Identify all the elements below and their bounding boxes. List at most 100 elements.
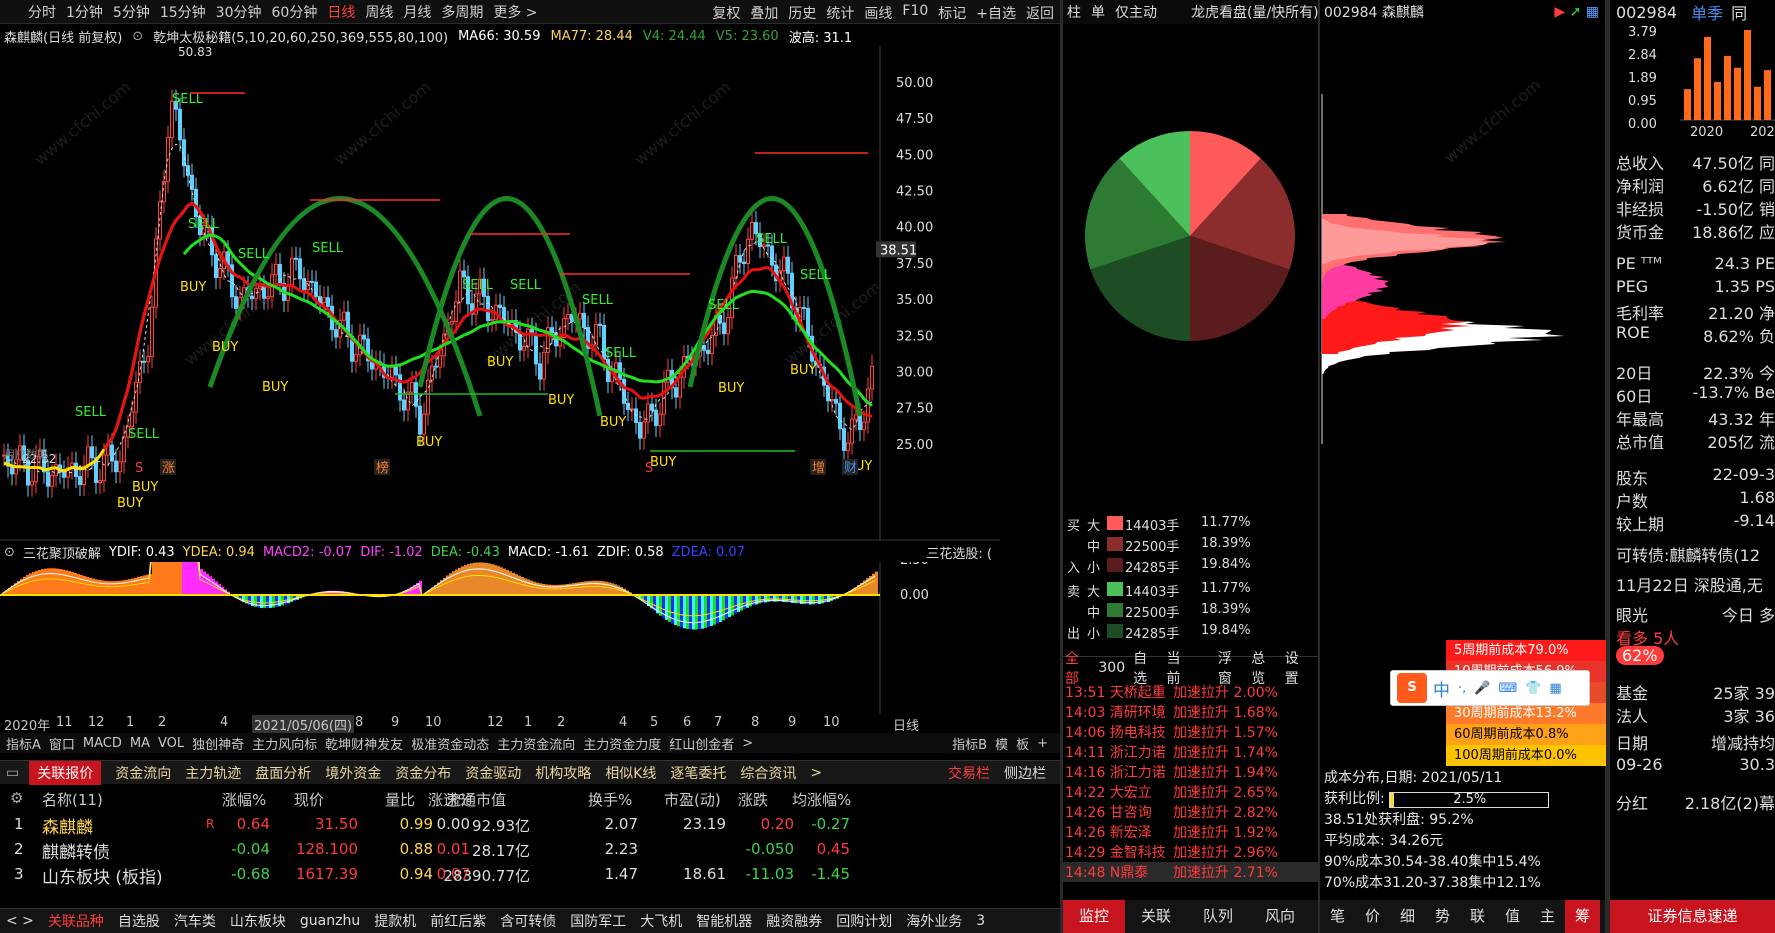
period-tab[interactable]: 15分钟: [160, 2, 206, 22]
info-tab[interactable]: 综合资讯: [740, 763, 796, 783]
indicator-right-button[interactable]: 板: [1016, 734, 1029, 753]
toolbar-button[interactable]: 复权: [712, 3, 740, 23]
period-tab[interactable]: 分时: [28, 2, 56, 22]
event-marker[interactable]: 增: [812, 461, 825, 476]
indicator-button[interactable]: MACD: [83, 736, 122, 751]
indicator-button[interactable]: 红山创金者: [669, 734, 734, 753]
period-tab[interactable]: 月线: [403, 2, 431, 22]
column-header[interactable]: 现价: [294, 789, 324, 810]
alert-item[interactable]: 14:11 浙江力诺 加速拉升 1.74%: [1063, 742, 1318, 762]
mid-bottom-tab[interactable]: 队列: [1187, 900, 1249, 933]
block-tab[interactable]: 大飞机: [640, 911, 682, 931]
column-header[interactable]: 涨幅%: [222, 789, 266, 810]
indicator-button[interactable]: 独创神奇: [192, 734, 244, 753]
settings-gear-icon[interactable]: ⚙: [10, 789, 23, 807]
skin-icon[interactable]: 👕: [1525, 681, 1541, 696]
column-header[interactable]: 涨跌: [738, 789, 768, 810]
indicator-right-button[interactable]: +: [1037, 736, 1048, 751]
column-header[interactable]: 市盈(动): [664, 789, 721, 810]
stock-name[interactable]: 森麒麟: [42, 813, 93, 838]
indicator-button[interactable]: VOL: [158, 736, 184, 751]
chip-bottom-tab[interactable]: 笔: [1320, 900, 1355, 933]
ime-logo-icon[interactable]: S: [1397, 673, 1427, 703]
toolbar-button[interactable]: +自选: [976, 3, 1016, 23]
chip-bottom-tab[interactable]: 价: [1355, 900, 1390, 933]
event-marker[interactable]: 榜: [376, 460, 389, 476]
indicator-dropdown-icon[interactable]: ⊙: [132, 29, 143, 44]
block-tab[interactable]: 智能机器: [696, 911, 752, 931]
block-tab[interactable]: 海外业务: [906, 911, 962, 931]
period-tab[interactable]: 60分钟: [272, 2, 318, 22]
mid-head-button[interactable]: 仅主动: [1115, 2, 1157, 22]
chip-bottom-tab[interactable]: 势: [1425, 900, 1460, 933]
toolbar-button[interactable]: F10: [902, 3, 928, 23]
block-tab[interactable]: 国防军工: [570, 911, 626, 931]
info-tab[interactable]: 主力轨迹: [185, 763, 241, 783]
alert-item[interactable]: 14:16 浙江力诺 加速拉升 1.94%: [1063, 762, 1318, 782]
info-tab[interactable]: 相似K线: [605, 763, 656, 783]
column-header[interactable]: 均涨幅%: [792, 789, 851, 810]
alert-item[interactable]: 13:51 天桥起重 加速拉升 2.00%: [1063, 682, 1318, 702]
block-tab[interactable]: guanzhu: [300, 913, 360, 929]
mid-head-button[interactable]: 龙虎看盘(量/快所有): [1191, 2, 1319, 22]
column-header[interactable]: 量比: [385, 789, 415, 810]
ime-punct-icon[interactable]: ·,: [1458, 681, 1466, 696]
alert-filter-tab[interactable]: 300: [1098, 660, 1125, 676]
alert-item[interactable]: 14:06 扬电科技 加速拉升 1.57%: [1063, 722, 1318, 742]
tab-right-button[interactable]: 交易栏: [948, 763, 990, 783]
chip-bottom-tab[interactable]: 联: [1460, 900, 1495, 933]
table-row[interactable]: 1 森麒麟 R 0.64 31.50 0.99 0.00 92.93亿 2.07 23.19 0.2…: [0, 812, 1060, 838]
indicator-button[interactable]: 窗口: [49, 734, 75, 753]
block-tab[interactable]: 汽车类: [174, 911, 216, 931]
alert-item[interactable]: 14:29 金智科技 加速拉升 2.96%: [1063, 842, 1318, 862]
indicator-button[interactable]: MA: [130, 736, 150, 751]
toolbar-button[interactable]: 返回: [1026, 3, 1054, 23]
info-tab[interactable]: 盘面分析: [255, 763, 311, 783]
chip-bottom-tab[interactable]: 细: [1390, 900, 1425, 933]
mid-bottom-tab[interactable]: 监控: [1063, 900, 1125, 933]
candle-chart-svg[interactable]: 50.00 47.50 45.00 42.50 40.00 37.50 35.00 32.50…: [0, 45, 1000, 541]
macd-dropdown-icon[interactable]: ⊙: [4, 545, 15, 560]
event-marker[interactable]: 涨: [162, 461, 175, 476]
indicator-button[interactable]: 极准资金动态: [411, 734, 489, 753]
event-marker[interactable]: 财: [844, 461, 857, 476]
toolbar-button[interactable]: 画线: [864, 3, 892, 23]
securities-news-button[interactable]: 证券信息速递: [1610, 900, 1775, 933]
period-tab[interactable]: 周线: [365, 2, 393, 22]
indicator-button[interactable]: 主力资金力度: [583, 734, 661, 753]
indicator-right-button[interactable]: 指标B: [952, 734, 987, 753]
column-header[interactable]: 名称(11): [42, 789, 103, 810]
keyboard-icon[interactable]: ⌨: [1498, 681, 1517, 696]
period-tab[interactable]: 日线: [327, 2, 355, 22]
block-tab[interactable]: 前红后紫: [430, 911, 486, 931]
indicator-button[interactable]: 主力资金流向: [497, 734, 575, 753]
macd-chart[interactable]: 5.002.500.00: [0, 513, 1000, 714]
indicator-button[interactable]: 指标A: [6, 734, 41, 753]
alert-item[interactable]: 14:26 甘咨询 加速拉升 2.82%: [1063, 802, 1318, 822]
tab-quarter[interactable]: 单季: [1691, 0, 1723, 24]
block-tab[interactable]: 关联品种: [48, 911, 104, 931]
toolbar-button[interactable]: 标记: [938, 3, 966, 23]
toolbar-button[interactable]: 叠加: [750, 3, 778, 23]
info-tab[interactable]: 关联报价: [29, 760, 102, 785]
block-tab[interactable]: 含可转债: [500, 911, 556, 931]
block-tab[interactable]: 自选股: [118, 911, 160, 931]
column-header[interactable]: 换手%: [588, 789, 632, 810]
chip-flag-icons[interactable]: ▶ ➚ ▦: [1554, 4, 1599, 20]
info-tab[interactable]: 境外资金: [325, 763, 381, 783]
table-row[interactable]: 3 山东板块 (板指) -0.68 1617.39 0.94 0.07 28390.77亿 1…: [0, 862, 1060, 888]
column-header[interactable]: 流通市值: [446, 789, 506, 810]
alert-item[interactable]: 14:22 大宏立 加速拉升 2.65%: [1063, 782, 1318, 802]
info-tab[interactable]: 资金驱动: [465, 763, 521, 783]
block-tab[interactable]: 山东板块: [230, 911, 286, 931]
block-tab[interactable]: < >: [6, 913, 34, 929]
table-row[interactable]: 2 麒麟转债 -0.04 128.100 0.88 0.01 28.17亿 2.23 -0.05…: [0, 837, 1060, 863]
toolbox-icon[interactable]: ▦: [1549, 681, 1561, 696]
mid-head-button[interactable]: 单: [1091, 2, 1105, 22]
period-tab[interactable]: 30分钟: [216, 2, 262, 22]
info-tab[interactable]: 资金流向: [115, 763, 171, 783]
ime-toolbar[interactable]: S 中 ·, 🎤 ⌨ 👕 ▦: [1390, 670, 1590, 706]
indicator-button[interactable]: 主力风向标: [252, 734, 317, 753]
block-tab[interactable]: 融资融券: [766, 911, 822, 931]
period-tab[interactable]: 多周期: [441, 2, 483, 22]
